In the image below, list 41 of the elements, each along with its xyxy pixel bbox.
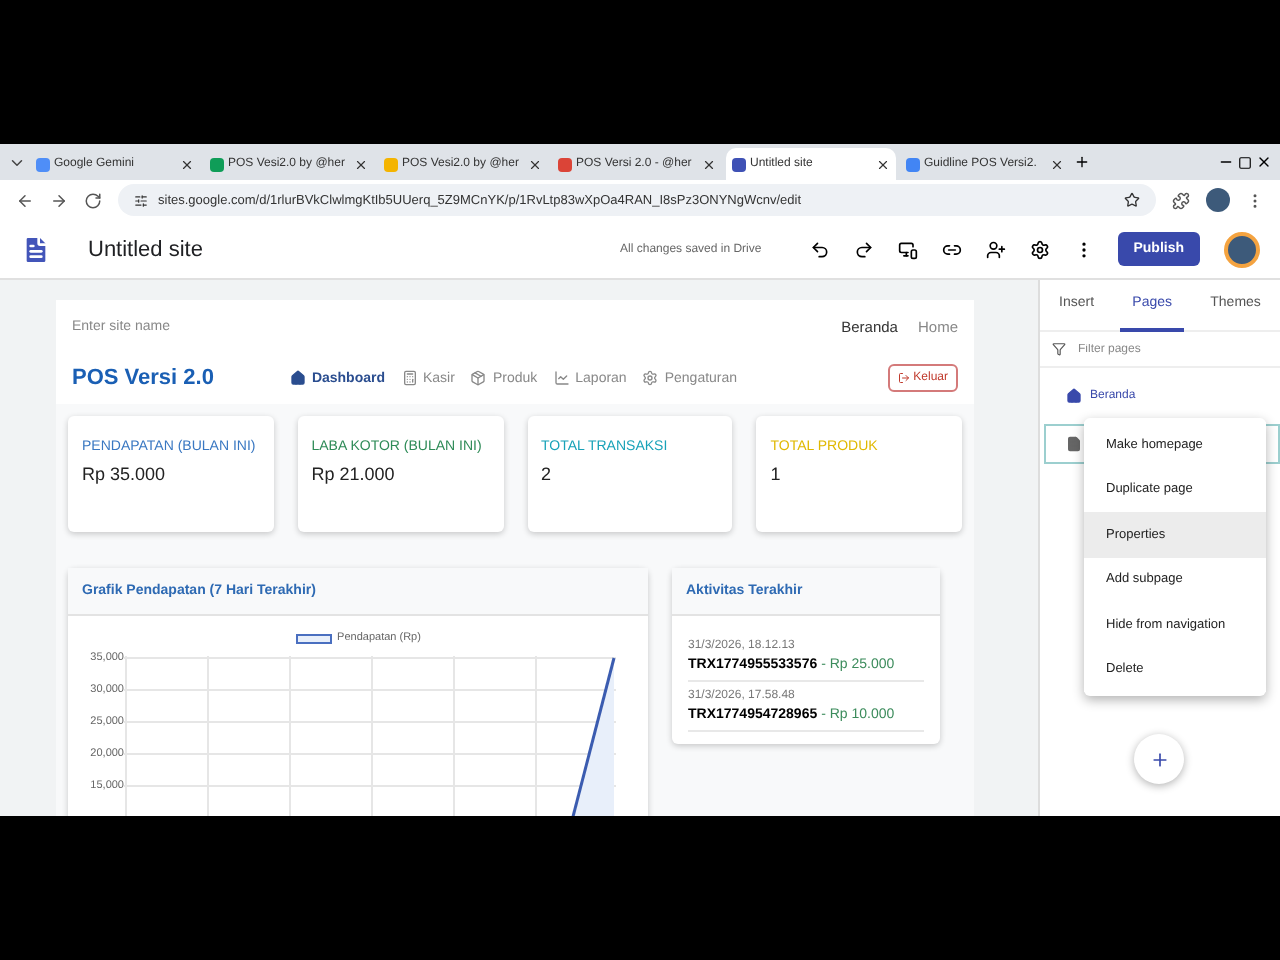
undo-icon [809,239,830,259]
stat-value: 1 [770,464,783,484]
filter-icon[interactable] [1052,342,1066,356]
link-icon [941,239,962,259]
close-icon[interactable] [702,157,716,171]
back-icon [16,191,34,209]
puzzle-icon [1172,191,1190,209]
close-icon[interactable] [1256,154,1272,170]
profile-avatar[interactable] [1206,188,1230,212]
maximize-icon[interactable] [1238,155,1252,169]
new-tab-icon[interactable] [1074,154,1090,170]
close-icon[interactable] [876,157,890,171]
home-icon [289,370,306,386]
line-chart-icon [553,370,570,386]
reload-icon [84,191,102,209]
stat-value: 2 [541,464,554,484]
device-preview-icon [897,239,918,259]
site-settings-icon[interactable] [134,193,148,207]
close-icon[interactable] [528,157,542,171]
calculator-icon [401,370,417,386]
close-icon[interactable] [180,157,194,171]
box-icon [470,370,487,386]
close-icon[interactable] [354,157,368,171]
legend-swatch [295,633,332,643]
gear-icon [642,370,659,386]
brand-title: POS Versi 2.0 [72,366,214,390]
bookmark-star-icon[interactable] [1124,192,1140,208]
stat-value: Rp 21.000 [311,464,397,484]
plus-icon [1149,749,1169,769]
settings-icon [1029,239,1050,259]
forward-icon [50,191,68,209]
stat-value: Rp 35.000 [82,464,168,484]
logout-icon [897,372,910,384]
redo-icon [853,239,874,259]
sites-logo-icon[interactable] [20,233,52,265]
home-icon [1066,388,1082,404]
close-icon[interactable] [1050,157,1064,171]
profile-avatar[interactable] [1224,231,1260,267]
add-person-icon [985,239,1006,259]
page-icon [1066,436,1082,452]
site-title[interactable]: Untitled site [88,237,597,261]
